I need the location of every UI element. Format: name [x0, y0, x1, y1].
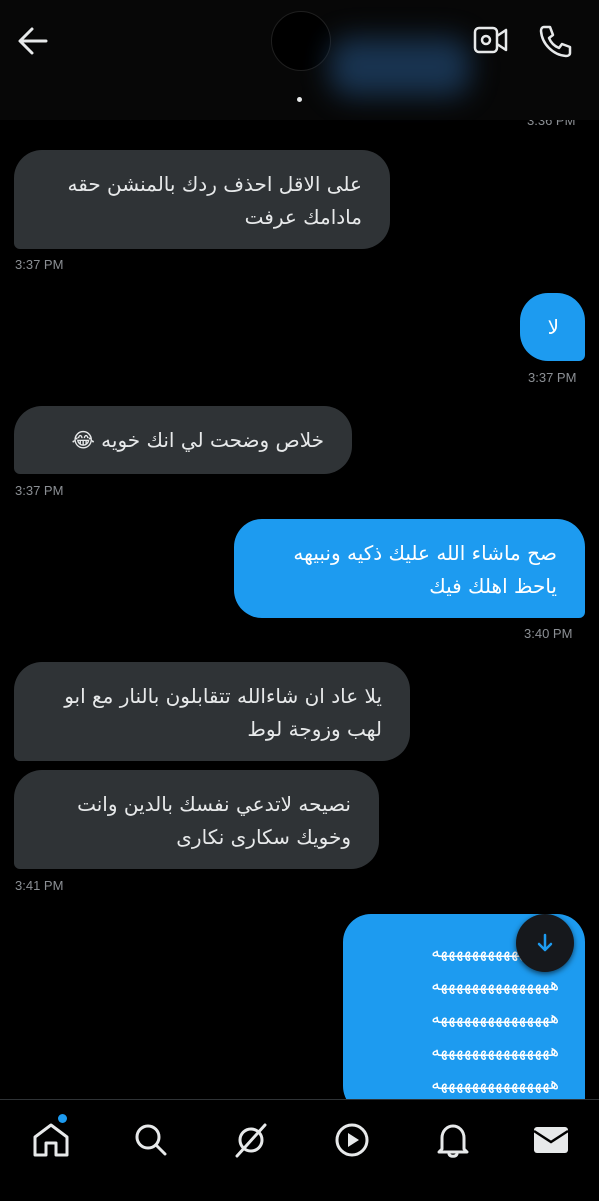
scroll-to-bottom-button[interactable] [516, 914, 574, 972]
video-call-icon [473, 26, 508, 54]
back-button[interactable] [12, 22, 54, 62]
bell-icon [437, 1124, 469, 1158]
page-indicator-dot [297, 97, 302, 102]
contact-name-redacted [330, 38, 470, 96]
message-timestamp: 3:37 PM [528, 370, 577, 385]
conversation-header [0, 0, 599, 120]
message-timestamp: 3:41 PM [15, 878, 64, 893]
message-timestamp: 3:40 PM [524, 626, 573, 641]
mail-icon [533, 1127, 569, 1153]
outgoing-message[interactable]: صح ماشاء الله عليك ذكيه ونبيهه ياحظ اهلك… [234, 519, 585, 618]
outgoing-message[interactable]: لا [520, 293, 585, 361]
grok-icon [235, 1123, 267, 1158]
incoming-message[interactable]: يلا عاد ان شاءالله تتقابلون بالنار مع اب… [14, 662, 410, 761]
arrow-left-icon [18, 27, 48, 55]
nav-home[interactable] [31, 1114, 71, 1160]
nav-notifications[interactable] [433, 1120, 473, 1160]
incoming-message[interactable]: نصيحه لاتدعي نفسك بالدين وانت وخويك سكار… [14, 770, 379, 869]
video-call-button[interactable] [472, 24, 510, 56]
incoming-message[interactable]: على الاقل احذف ردك بالمنشن حقه مادامك عر… [14, 150, 390, 249]
bottom-navigation [0, 1099, 599, 1201]
message-timestamp: 3:37 PM [15, 483, 64, 498]
nav-grok[interactable] [231, 1120, 271, 1160]
home-icon [33, 1123, 69, 1157]
search-icon [135, 1124, 167, 1156]
contact-avatar[interactable] [271, 11, 331, 71]
play-icon [335, 1123, 369, 1157]
arrow-down-icon [537, 933, 553, 952]
nav-videos[interactable] [332, 1120, 372, 1160]
nav-messages[interactable] [531, 1120, 571, 1160]
phone-icon [539, 25, 572, 58]
message-timestamp: 3:37 PM [15, 257, 64, 272]
incoming-message[interactable]: خلاص وضحت لي انك خويه 😂 [14, 406, 352, 474]
notification-dot [58, 1114, 67, 1123]
nav-search[interactable] [131, 1120, 171, 1160]
voice-call-button[interactable] [536, 22, 574, 60]
